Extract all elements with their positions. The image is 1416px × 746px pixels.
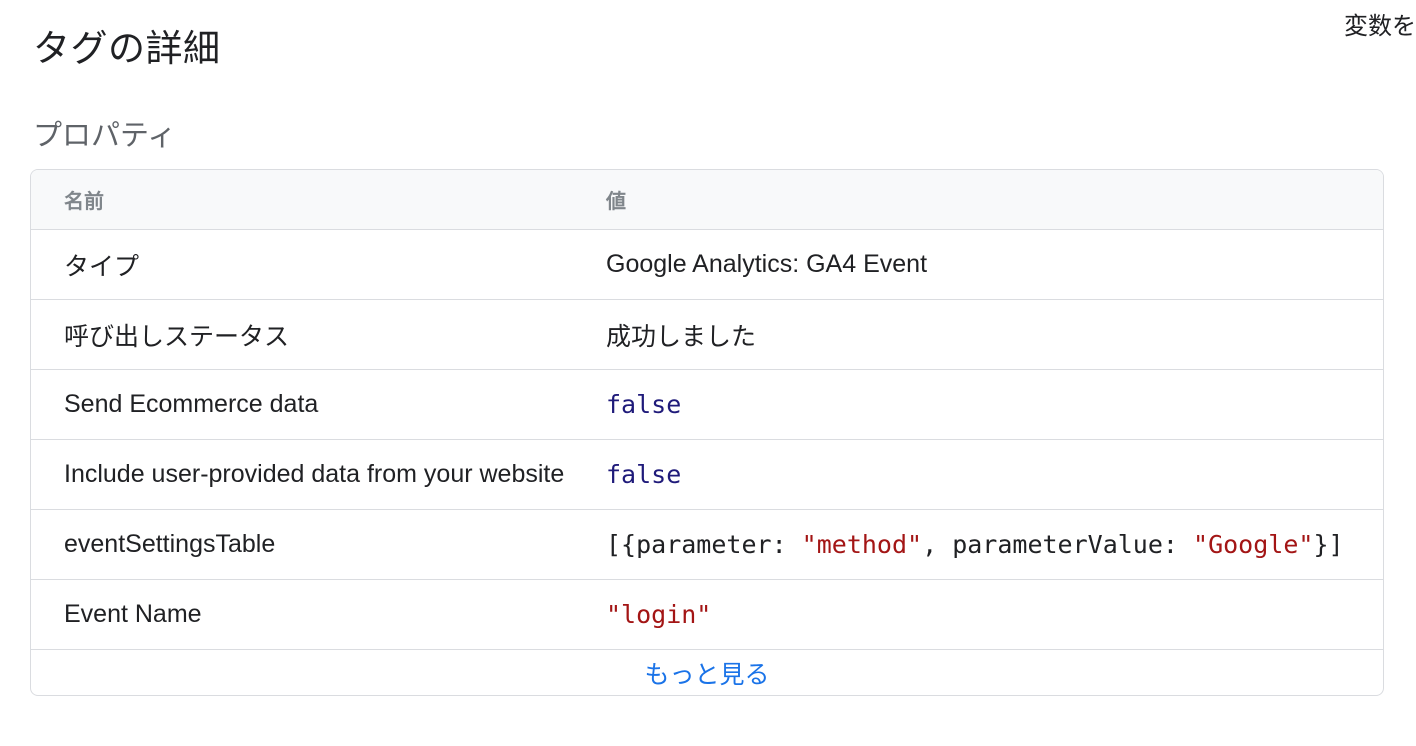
show-more-button[interactable]: もっと見る (644, 655, 769, 691)
table-footer: もっと見る (31, 650, 1383, 695)
code-string-method: "method" (801, 530, 923, 559)
table-header: 名前 値 (31, 170, 1383, 230)
section-title-properties: プロパティ (33, 120, 177, 152)
row-name-event-settings-table: eventSettingsTable (64, 530, 276, 558)
row-name-firing-status: 呼び出しステータス (64, 322, 290, 351)
tag-details-page: タグの詳細 変数を プロパティ 名前 値 タイプ Google Analytic… (0, 0, 1416, 746)
code-open: [{parameter: (606, 530, 802, 559)
code-string-google: "Google" (1193, 530, 1314, 559)
variables-link[interactable]: 変数を (1344, 6, 1416, 41)
code-close: }] (1313, 530, 1344, 559)
row-value-send-ecommerce: false (606, 390, 682, 419)
table-row: Event Name "login" (31, 580, 1383, 650)
row-value-event-name: "login" (606, 600, 712, 629)
properties-table: 名前 値 タイプ Google Analytics: GA4 Event 呼び出… (30, 169, 1384, 696)
page-title: タグの詳細 (33, 28, 221, 69)
row-name-type: タイプ (64, 252, 140, 281)
row-value-event-settings-table: [{parameter: "method", parameterValue: "… (574, 530, 1383, 559)
row-name-send-ecommerce: Send Ecommerce data (64, 390, 319, 418)
row-value-firing-status: 成功しました (606, 322, 757, 351)
row-value-user-provided-data: false (606, 460, 682, 489)
column-header-value: 値 (606, 191, 626, 213)
table-row: Include user-provided data from your web… (31, 440, 1383, 510)
table-row: 呼び出しステータス 成功しました (31, 300, 1383, 370)
table-row: Send Ecommerce data false (31, 370, 1383, 440)
column-header-name: 名前 (64, 191, 104, 213)
row-name-user-provided-data: Include user-provided data from your web… (64, 460, 565, 488)
table-row: eventSettingsTable [{parameter: "method"… (31, 510, 1383, 580)
table-row: タイプ Google Analytics: GA4 Event (31, 230, 1383, 300)
row-value-type: Google Analytics: GA4 Event (606, 250, 928, 278)
code-mid: , parameterValue: (922, 530, 1194, 559)
row-name-event-name: Event Name (64, 600, 202, 628)
